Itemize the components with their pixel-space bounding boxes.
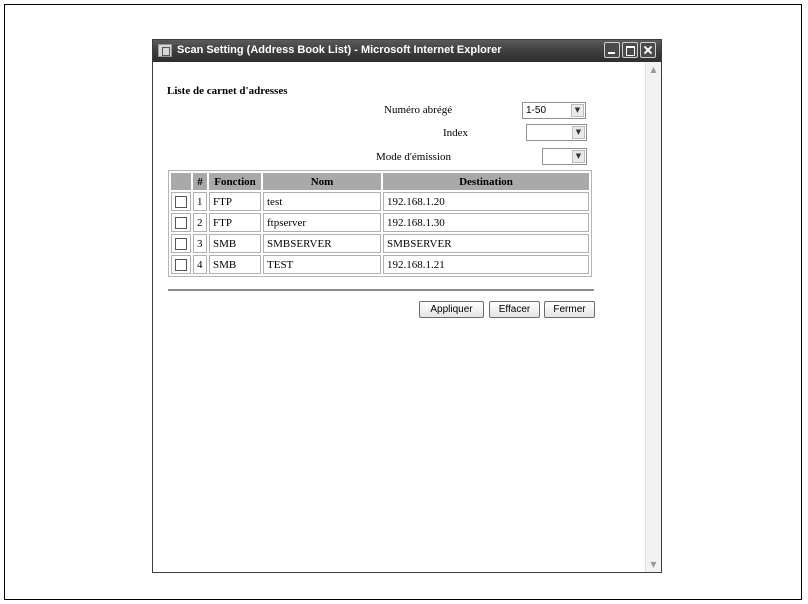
row-nom: TEST [263,255,381,274]
divider [168,289,594,291]
row-checkbox-cell [171,192,191,211]
table-row: 4 SMB TEST 192.168.1.21 [171,255,589,274]
table-row: 3 SMB SMBSERVER SMBSERVER [171,234,589,253]
page-title: Liste de carnet d'adresses [167,85,288,97]
row-number: 2 [193,213,207,232]
row-checkbox[interactable] [175,195,187,208]
apply-button[interactable]: Appliquer [419,301,484,318]
chevron-down-icon[interactable]: ▼ [571,104,584,117]
row-nom: ftpserver [263,213,381,232]
row-destination: 192.168.1.21 [383,255,589,274]
table-row: 1 FTP test 192.168.1.20 [171,192,589,211]
row-checkbox-cell [171,234,191,253]
table-header-row: # Fonction Nom Destination [171,173,589,190]
fonction-column-header: Fonction [209,173,261,190]
row-fonction: SMB [209,234,261,253]
ie-window-icon[interactable] [158,44,172,57]
chevron-down-icon[interactable]: ▼ [572,126,585,139]
row-fonction: SMB [209,255,261,274]
row-fonction: FTP [209,192,261,211]
row-fonction: FTP [209,213,261,232]
row-number: 4 [193,255,207,274]
row-nom: test [263,192,381,211]
row-checkbox[interactable] [175,216,187,229]
maximize-button[interactable] [622,42,638,58]
row-checkbox-cell [171,255,191,274]
row-number: 3 [193,234,207,253]
clear-button[interactable]: Effacer [489,301,540,318]
select-column-header [171,173,191,190]
number-column-header: # [193,173,207,190]
scroll-up-arrow-icon[interactable]: ▲ [646,62,661,77]
numero-abrege-select[interactable]: 1-50 ▼ [522,102,586,119]
row-number: 1 [193,192,207,211]
row-checkbox[interactable] [175,258,187,271]
row-nom: SMBSERVER [263,234,381,253]
window-title: Scan Setting (Address Book List) - Micro… [177,44,502,56]
mode-emission-label: Mode d'émission [376,151,452,163]
title-bar[interactable]: Scan Setting (Address Book List) - Micro… [153,40,661,62]
numero-abrege-label: Numéro abrégé [384,104,453,116]
numero-abrege-value: 1-50 [526,105,547,116]
index-select[interactable]: ▼ [526,124,587,141]
row-destination: 192.168.1.30 [383,213,589,232]
browser-window: Scan Setting (Address Book List) - Micro… [152,39,662,573]
row-checkbox[interactable] [175,237,187,250]
minimize-button[interactable] [604,42,620,58]
mode-emission-select[interactable]: ▼ [542,148,587,165]
row-destination: SMBSERVER [383,234,589,253]
row-checkbox-cell [171,213,191,232]
scroll-down-arrow-icon[interactable]: ▼ [646,557,661,572]
chevron-down-icon[interactable]: ▼ [572,150,585,163]
address-book-table: # Fonction Nom Destination 1 FTP test 19… [168,170,592,277]
destination-column-header: Destination [383,173,589,190]
row-destination: 192.168.1.20 [383,192,589,211]
table-row: 2 FTP ftpserver 192.168.1.30 [171,213,589,232]
nom-column-header: Nom [263,173,381,190]
close-button[interactable]: Fermer [544,301,595,318]
index-label: Index [443,127,469,139]
vertical-scrollbar[interactable]: ▲ ▼ [645,62,661,572]
close-window-button[interactable] [640,42,656,58]
